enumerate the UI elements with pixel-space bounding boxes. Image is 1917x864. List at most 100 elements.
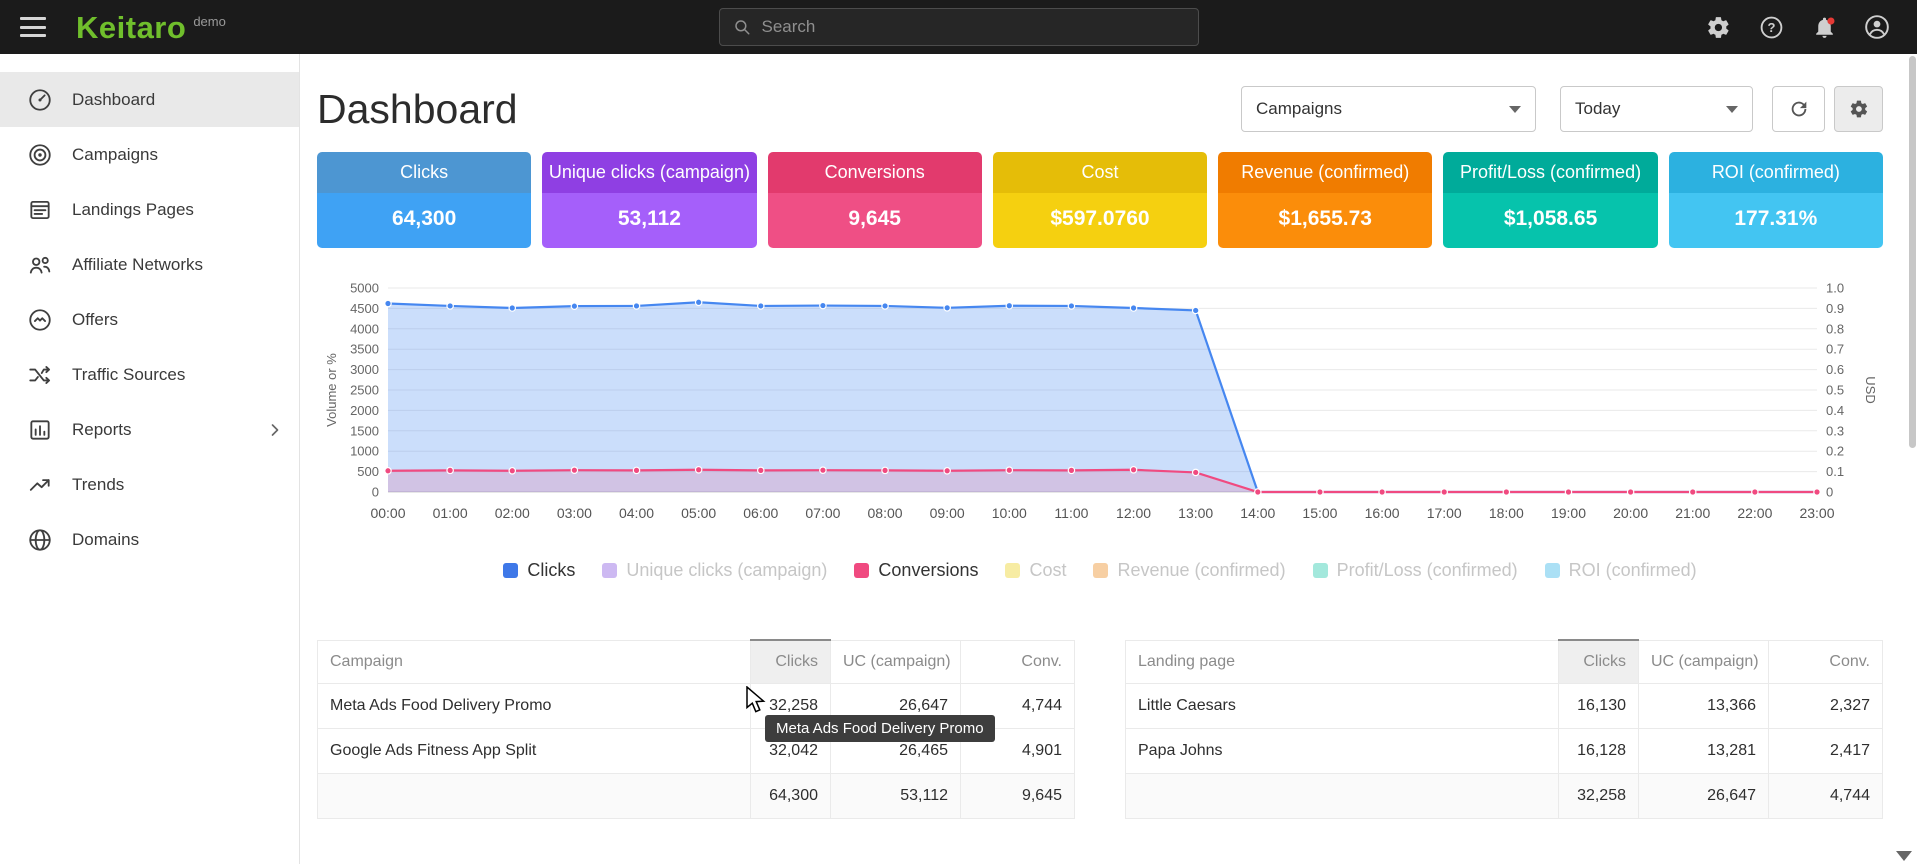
sidebar-item-label: Dashboard: [72, 90, 155, 110]
notifications-bell-icon[interactable]: [1810, 13, 1838, 41]
scroll-down-arrow-icon[interactable]: [1896, 851, 1912, 861]
metric-card-profit-loss-confirmed[interactable]: Profit/Loss (confirmed)$1,058.65: [1443, 152, 1657, 248]
dashboard-controls: Campaigns Today: [1241, 86, 1883, 132]
sidebar-item-dashboard[interactable]: Dashboard: [0, 72, 299, 127]
metric-card-label: Clicks: [317, 152, 531, 193]
svg-text:0: 0: [1826, 485, 1833, 500]
svg-text:3500: 3500: [350, 342, 379, 357]
svg-text:15:00: 15:00: [1302, 505, 1337, 521]
row-name-cell: Little Caesars: [1126, 684, 1559, 729]
total-cell: 64,300: [751, 774, 831, 819]
legend-item-revenue-confirmed[interactable]: Revenue (confirmed): [1093, 560, 1285, 581]
landing-pages-table-wrap: Landing pageClicksUC (campaign)Conv.Litt…: [1125, 639, 1883, 819]
column-header-landing-page[interactable]: Landing page: [1126, 640, 1559, 684]
table-row[interactable]: Papa Johns16,12813,2812,417: [1126, 729, 1883, 774]
sidebar-item-label: Traffic Sources: [72, 365, 185, 385]
svg-text:06:00: 06:00: [743, 505, 778, 521]
sidebar-item-reports[interactable]: Reports: [0, 402, 299, 457]
metric-card-value: 9,645: [768, 193, 982, 248]
metric-card-cost[interactable]: Cost$597.0760: [993, 152, 1207, 248]
column-header-uc-campaign[interactable]: UC (campaign): [1639, 640, 1769, 684]
row-name-cell: Google Ads Fitness App Split: [318, 729, 751, 774]
sidebar-item-label: Trends: [72, 475, 124, 495]
dashboard-chart: 0500100015002000250030003500400045005000…: [317, 278, 1882, 526]
logo[interactable]: Keitaro demo: [76, 12, 226, 43]
sidebar-item-affiliate-networks[interactable]: Affiliate Networks: [0, 237, 299, 292]
table-row[interactable]: Little Caesars16,13013,3662,327: [1126, 684, 1883, 729]
legend-item-conversions[interactable]: Conversions: [854, 560, 978, 581]
sidebar-item-trends[interactable]: Trends: [0, 457, 299, 512]
metric-card-label: ROI (confirmed): [1669, 152, 1883, 193]
total-cell: [318, 774, 751, 819]
metric-card-label: Profit/Loss (confirmed): [1443, 152, 1657, 193]
chevron-down-icon: [1509, 106, 1521, 113]
sidebar-item-label: Landings Pages: [72, 200, 194, 220]
svg-text:0.5: 0.5: [1826, 383, 1844, 398]
legend-item-clicks[interactable]: Clicks: [503, 560, 575, 581]
metric-card-label: Revenue (confirmed): [1218, 152, 1432, 193]
legend-item-profit-loss-confirmed[interactable]: Profit/Loss (confirmed): [1313, 560, 1518, 581]
account-avatar-icon[interactable]: [1863, 13, 1891, 41]
chart-panel: 0500100015002000250030003500400045005000…: [317, 278, 1883, 531]
search-box: [719, 8, 1199, 46]
column-header-uc-campaign[interactable]: UC (campaign): [831, 640, 961, 684]
legend-label: Cost: [1029, 560, 1066, 581]
scrollbar-thumb[interactable]: [1909, 56, 1916, 448]
total-cell: [1126, 774, 1559, 819]
sidebar-item-label: Reports: [72, 420, 132, 440]
metric-card-label: Unique clicks (campaign): [542, 152, 756, 193]
sidebar-item-landings-pages[interactable]: Landings Pages: [0, 182, 299, 237]
date-range-select[interactable]: Today: [1560, 86, 1753, 132]
svg-text:13:00: 13:00: [1178, 505, 1213, 521]
column-header-conv[interactable]: Conv.: [1769, 640, 1883, 684]
row-value-cell: 16,130: [1559, 684, 1639, 729]
metric-card-roi-confirmed[interactable]: ROI (confirmed)177.31%: [1669, 152, 1883, 248]
legend-swatch: [1005, 563, 1020, 578]
metric-card-unique-clicks-campaign[interactable]: Unique clicks (campaign)53,112: [542, 152, 756, 248]
offers-icon: [27, 307, 53, 333]
sidebar-item-domains[interactable]: Domains: [0, 512, 299, 567]
legend-item-cost[interactable]: Cost: [1005, 560, 1066, 581]
svg-text:1000: 1000: [350, 444, 379, 459]
legend-swatch: [1313, 563, 1328, 578]
metric-card-clicks[interactable]: Clicks64,300: [317, 152, 531, 248]
help-icon[interactable]: ?: [1757, 13, 1785, 41]
topbar: Keitaro demo ?: [0, 0, 1917, 54]
svg-text:07:00: 07:00: [805, 505, 840, 521]
hamburger-menu-button[interactable]: [20, 15, 50, 39]
refresh-button[interactable]: [1772, 86, 1825, 132]
legend-swatch: [602, 563, 617, 578]
svg-text:1500: 1500: [350, 423, 379, 438]
column-header-clicks[interactable]: Clicks: [751, 640, 831, 684]
svg-text:08:00: 08:00: [868, 505, 903, 521]
svg-text:0.4: 0.4: [1826, 403, 1844, 418]
total-cell: 32,258: [1559, 774, 1639, 819]
chevron-down-icon: [1726, 106, 1738, 113]
column-header-conv[interactable]: Conv.: [961, 640, 1075, 684]
grouping-select-value: Campaigns: [1256, 99, 1342, 119]
search-input[interactable]: [762, 17, 1185, 37]
affiliate-networks-icon: [27, 252, 53, 278]
legend-item-roi-confirmed[interactable]: ROI (confirmed): [1545, 560, 1697, 581]
column-header-campaign[interactable]: Campaign: [318, 640, 751, 684]
legend-swatch: [1545, 563, 1560, 578]
svg-text:10:00: 10:00: [992, 505, 1027, 521]
domains-icon: [27, 527, 53, 553]
row-value-cell: 13,366: [1639, 684, 1769, 729]
svg-text:0.1: 0.1: [1826, 464, 1844, 479]
legend-item-unique-clicks-campaign[interactable]: Unique clicks (campaign): [602, 560, 827, 581]
sidebar-item-traffic-sources[interactable]: Traffic Sources: [0, 347, 299, 402]
dashboard-settings-button[interactable]: [1834, 86, 1883, 132]
chart-legend: Clicks Unique clicks (campaign) Conversion…: [317, 553, 1883, 587]
sidebar-item-offers[interactable]: Offers: [0, 292, 299, 347]
grouping-select[interactable]: Campaigns: [1241, 86, 1536, 132]
column-header-clicks[interactable]: Clicks: [1559, 640, 1639, 684]
sidebar-item-label: Affiliate Networks: [72, 255, 203, 275]
sidebar-item-campaigns[interactable]: Campaigns: [0, 127, 299, 182]
svg-text:12:00: 12:00: [1116, 505, 1151, 521]
settings-gear-icon[interactable]: [1704, 13, 1732, 41]
metric-card-revenue-confirmed[interactable]: Revenue (confirmed)$1,655.73: [1218, 152, 1432, 248]
metric-card-conversions[interactable]: Conversions9,645: [768, 152, 982, 248]
svg-text:0: 0: [372, 485, 379, 500]
landing-pages-table: Landing pageClicksUC (campaign)Conv.Litt…: [1125, 639, 1883, 819]
